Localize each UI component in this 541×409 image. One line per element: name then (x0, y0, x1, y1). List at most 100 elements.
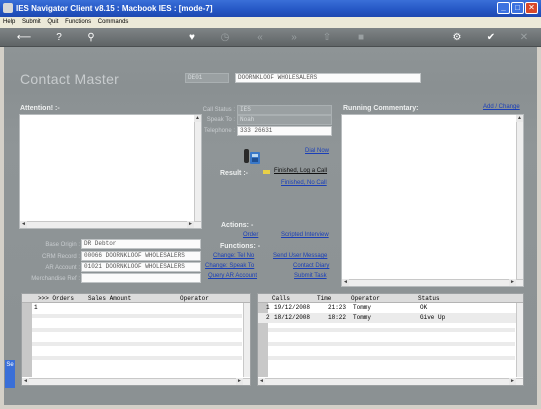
status-column-header[interactable]: Status (418, 294, 440, 303)
table-row[interactable]: 1 19/12/2008 21:23 Tommy OK (258, 303, 523, 313)
orders-grid[interactable]: >>> Orders Sales Amount Operator 1 ◄ ► (21, 293, 251, 386)
attention-panel[interactable]: ▲ ◄ ► (19, 114, 202, 229)
call-time: 18:22 (328, 314, 347, 321)
row-divider (32, 328, 242, 332)
scroll-left-icon[interactable]: ◄ (20, 221, 27, 228)
commentary-hscrollbar[interactable] (342, 279, 523, 286)
commentary-label: Running Commentary: (343, 105, 419, 112)
scroll-left-icon[interactable]: ◄ (342, 279, 349, 286)
merchandise-ref-field[interactable] (81, 273, 201, 283)
finished-log-call-link[interactable]: Finished, Log a Call (274, 168, 327, 174)
attention-hscrollbar[interactable] (20, 221, 201, 228)
cancel-icon[interactable]: ✕ (517, 31, 531, 44)
scroll-right-icon[interactable]: ► (236, 378, 243, 385)
scroll-right-icon[interactable]: ► (187, 221, 194, 228)
side-tab[interactable]: Se (5, 360, 15, 388)
operator-column-header[interactable]: Operator (180, 294, 209, 303)
minimize-button[interactable]: _ (497, 2, 510, 14)
scroll-right-icon[interactable]: ► (509, 378, 516, 385)
attention-label: Attention! :- (20, 105, 60, 112)
upload-icon[interactable]: ⇧ (320, 31, 334, 44)
row-divider (268, 328, 515, 332)
title-bar: IES Navigator Client v8.15 : Macbook IES… (0, 0, 541, 17)
next-icon[interactable]: » (287, 31, 301, 44)
crm-record-field[interactable]: 00066 DOORNKLOOF WHOLESALERS (81, 251, 201, 261)
time-column-header[interactable]: Time (317, 294, 331, 303)
scroll-right-icon[interactable]: ► (509, 279, 516, 286)
merchandise-ref-label: Merchandise Ref : (31, 276, 80, 282)
close-button[interactable]: ✕ (525, 2, 538, 14)
call-operator: Tommy (353, 314, 372, 321)
row-number: 1 (266, 304, 270, 311)
orders-scrollbar[interactable] (243, 303, 250, 377)
phone-icon (244, 149, 260, 164)
call-status: OK (420, 304, 428, 311)
query-ar-account-link[interactable]: Query AR Account (208, 273, 257, 279)
telephone-field[interactable]: 333 26631 (237, 126, 332, 136)
result-label: Result :- (220, 170, 248, 177)
commentary-scrollbar[interactable] (516, 115, 523, 279)
scroll-left-icon[interactable]: ◄ (22, 378, 29, 385)
menu-functions[interactable]: Functions (65, 19, 91, 25)
sales-amount-column-header[interactable]: Sales Amount (88, 294, 131, 303)
change-tel-no-link[interactable]: Change: Tel No (213, 253, 254, 259)
menu-help[interactable]: Help (3, 19, 15, 25)
calls-column-header[interactable]: Calls (272, 294, 290, 303)
settings-icon[interactable]: ⚙ (450, 31, 464, 44)
calls-scrollbar[interactable] (516, 303, 523, 377)
operator-column-header[interactable]: Operator (351, 294, 380, 303)
back-icon[interactable]: ⟵ (14, 31, 34, 44)
favorite-icon[interactable]: ♥ (185, 31, 199, 44)
code-field[interactable]: DE01 (185, 73, 229, 83)
orders-hscrollbar[interactable] (22, 378, 250, 385)
search-icon[interactable]: ⚲ (84, 31, 98, 44)
ar-account-field[interactable]: 01021 DOORNKLOOF WHOLESALERS (81, 262, 201, 272)
scroll-left-icon[interactable]: ◄ (258, 378, 265, 385)
call-status: Give Up (420, 314, 446, 321)
contact-diary-link[interactable]: Contact Diary (293, 263, 329, 269)
speak-to-field[interactable]: Noah (237, 115, 332, 125)
help-icon[interactable]: ? (52, 31, 66, 44)
menu-submit[interactable]: Submit (22, 19, 41, 25)
crm-record-label: CRM Record : (41, 254, 80, 260)
order-link[interactable]: Order (243, 232, 258, 238)
history-icon[interactable]: ◷ (218, 31, 232, 44)
checkmark-icon (263, 170, 270, 174)
add-change-link[interactable]: Add / Change (483, 104, 520, 110)
table-row[interactable]: 1 (22, 303, 250, 313)
row-header-strip (22, 303, 32, 377)
row-divider (32, 342, 242, 346)
menu-quit[interactable]: Quit (47, 19, 58, 25)
row-divider (32, 314, 242, 318)
base-origin-label: Base Origin : (45, 242, 80, 248)
row-number: 2 (266, 314, 270, 321)
orders-grid-header: >>> Orders Sales Amount Operator (22, 294, 250, 303)
menu-commands[interactable]: Commands (98, 19, 129, 25)
functions-label: Functions: - (220, 243, 261, 250)
page-title: Contact Master (20, 71, 120, 87)
row-divider (32, 356, 242, 360)
base-origin-field[interactable]: DR Debtor (81, 239, 201, 249)
send-user-message-link[interactable]: Send User Message (273, 253, 327, 259)
commentary-panel[interactable]: ▲ ◄ ► (341, 114, 524, 287)
finished-no-call-link[interactable]: Finished, No Call (281, 180, 327, 186)
name-field[interactable]: DOORNKLOOF WHOLESALERS (235, 73, 421, 83)
confirm-icon[interactable]: ✔ (484, 31, 498, 44)
change-speak-to-link[interactable]: Change: Speak To (205, 263, 254, 269)
call-date: 18/12/2008 (274, 314, 311, 321)
scroll-up-icon[interactable]: ▲ (516, 115, 523, 122)
table-row[interactable]: 2 18/12/2008 18:22 Tommy Give Up (258, 313, 523, 323)
submit-task-link[interactable]: Submit Task (294, 273, 327, 279)
row-divider (268, 356, 515, 360)
dial-now-link[interactable]: Dial Now (305, 148, 329, 154)
calls-grid[interactable]: Calls Time Operator Status 1 19/12/2008 … (257, 293, 524, 386)
previous-icon[interactable]: « (253, 31, 267, 44)
maximize-button[interactable]: □ (511, 2, 524, 14)
row-number: 1 (34, 304, 38, 311)
scripted-interview-link[interactable]: Scripted Interview (281, 232, 329, 238)
orders-column-header[interactable]: >>> Orders (38, 294, 74, 303)
calls-hscrollbar[interactable] (258, 378, 523, 385)
stop-icon[interactable]: ■ (354, 31, 368, 44)
toolbar: ⟵ ? ⚲ ♥ ◷ « » ⇧ ■ ⚙ ✔ ✕ (0, 28, 541, 47)
call-status-field[interactable]: IES (237, 105, 332, 115)
